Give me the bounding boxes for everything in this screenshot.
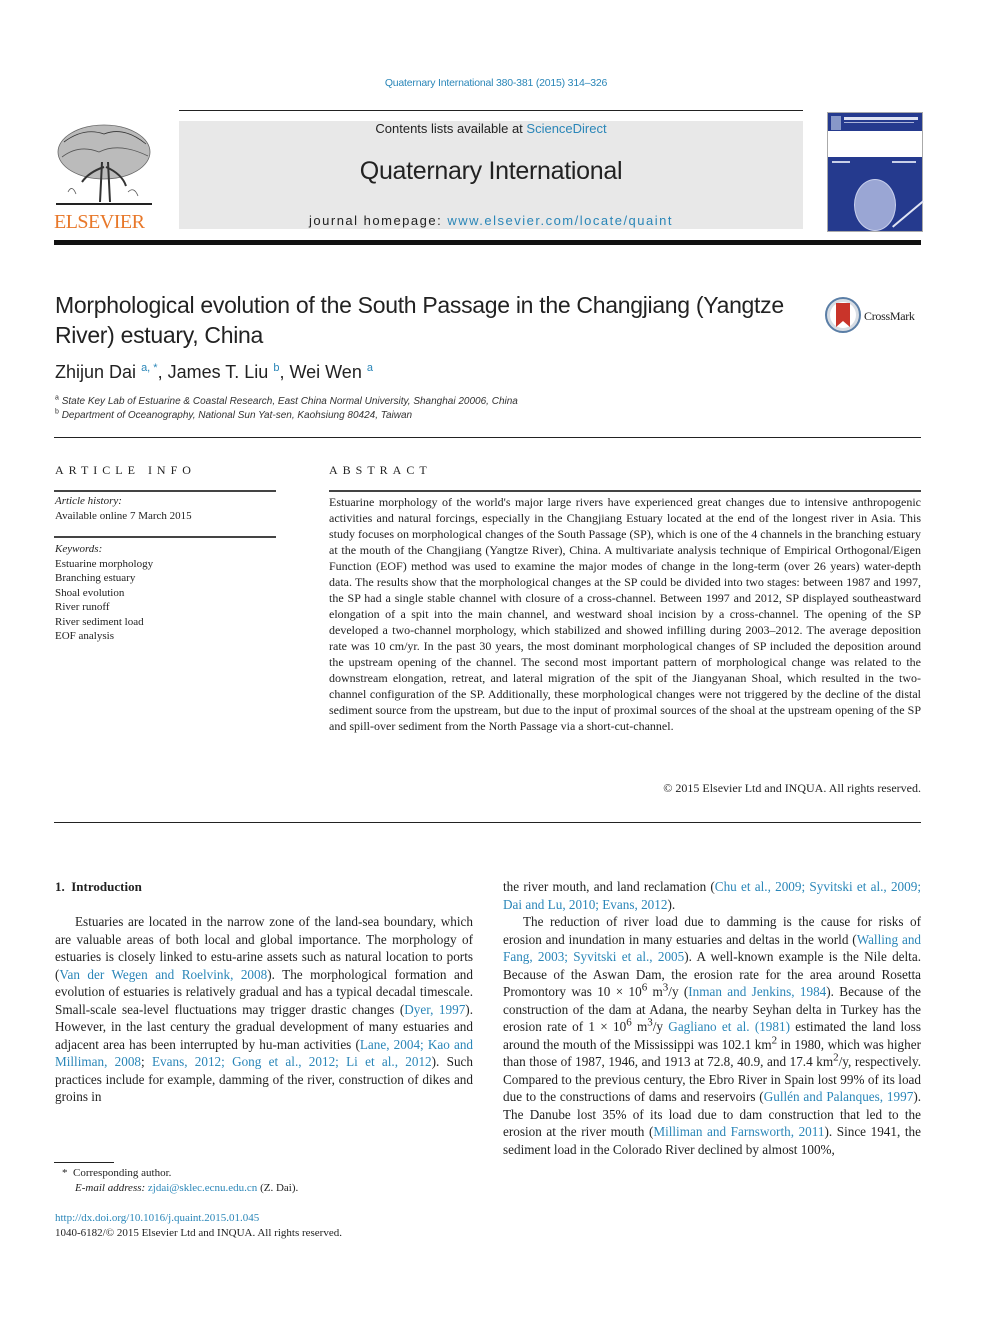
citation-link[interactable]: Evans, 2012; Gong et al., 2012; Li et al… <box>152 1054 432 1069</box>
article-info-rule <box>54 490 276 492</box>
citation-link[interactable]: Milliman and Farnsworth, 2011 <box>653 1124 824 1139</box>
journal-homepage: journal homepage: www.elsevier.com/locat… <box>179 213 803 228</box>
footnote-corresponding: Corresponding author. <box>73 1167 172 1179</box>
elsevier-wordmark: ELSEVIER <box>54 211 145 233</box>
author-name[interactable]: Wei Wen <box>289 362 361 382</box>
sciencedirect-link[interactable]: ScienceDirect <box>526 121 606 136</box>
keyword-item: River sediment load <box>55 615 144 628</box>
cover-title-bar <box>844 117 918 120</box>
contents-line: Contents lists available at ScienceDirec… <box>179 121 803 136</box>
affiliation-sup: b <box>55 408 59 416</box>
abstract-heading: ABSTRACT <box>329 463 432 477</box>
author-affiliation-sup[interactable]: a <box>367 362 373 374</box>
author-name[interactable]: James T. Liu <box>168 362 269 382</box>
keyword-item: Branching estuary <box>55 572 136 584</box>
issn-copyright: 1040-6182/© 2015 Elsevier Ltd and INQUA.… <box>55 1227 342 1239</box>
footnote-rule <box>54 1162 114 1163</box>
cover-emblem <box>854 179 896 231</box>
history-label: Article history: <box>55 495 122 507</box>
header-top-rule <box>179 110 803 111</box>
body-text: /y ( <box>668 984 689 999</box>
citation-link[interactable]: Dyer, 1997 <box>404 1002 465 1017</box>
doi-link[interactable]: http://dx.doi.org/10.1016/j.quaint.2015.… <box>55 1211 259 1226</box>
article-title: Morphological evolution of the South Pas… <box>55 292 784 348</box>
affiliation-text: State Key Lab of Estuarine & Coastal Res… <box>61 396 518 407</box>
affiliation-b: b Department of Oceanography, National S… <box>55 408 413 421</box>
cover-elsevier-mark <box>831 116 841 130</box>
body-text: ; <box>141 1054 152 1069</box>
body-text: the river mouth, and land reclamation ( <box>503 879 715 894</box>
email-link[interactable]: zjdai@sklec.ecnu.edu.cn <box>148 1182 257 1194</box>
body-text: /y <box>652 1019 669 1034</box>
cover-white-band <box>828 131 922 157</box>
affiliation-text: Department of Oceanography, National Sun… <box>61 410 413 421</box>
citation-link[interactable]: Gullén and Palanques, 1997 <box>764 1089 914 1104</box>
affiliation-rule <box>54 437 921 438</box>
abstract-rule <box>329 490 921 492</box>
abstract-copyright: © 2015 Elsevier Ltd and INQUA. All right… <box>663 781 921 795</box>
corresponding-author-note: * Corresponding author. <box>62 1166 171 1181</box>
journal-title: Quaternary International <box>359 157 623 185</box>
intro-paragraph: the river mouth, and land reclamation (C… <box>503 878 921 913</box>
body-text: m <box>631 1019 648 1034</box>
keywords-rule <box>54 536 276 538</box>
cover-stripe <box>892 200 924 228</box>
email-suffix: (Z. Dai). <box>257 1182 299 1194</box>
author-list: Zhijun Dai a, *, James T. Liu b, Wei Wen… <box>55 362 373 382</box>
contents-prefix: Contents lists available at <box>375 121 527 136</box>
email-label: E-mail address: <box>75 1182 146 1194</box>
keywords-label: Keywords: <box>55 543 103 555</box>
keyword-item: River runoff <box>55 601 110 613</box>
section-heading-introduction: 1. Introduction <box>55 879 142 895</box>
cover-text-left <box>832 161 850 163</box>
article-history: Article history: Available online 7 Marc… <box>55 494 192 523</box>
cover-subtitle-bar <box>844 122 914 123</box>
journal-citation[interactable]: Quaternary International 380-381 (2015) … <box>0 77 992 89</box>
keyword-item: Estuarine morphology <box>55 557 154 570</box>
affiliation-a: a State Key Lab of Estuarine & Coastal R… <box>55 394 518 407</box>
cover-text-right <box>892 161 916 163</box>
section-number: 1. <box>55 879 65 894</box>
citation-link[interactable]: Van der Wegen and Roelvink, 2008 <box>59 967 267 982</box>
author-affiliation-sup[interactable]: b <box>273 362 279 374</box>
elsevier-tree-logo <box>54 122 154 210</box>
author-affiliation-sup[interactable]: a, * <box>141 362 158 374</box>
affiliation-sup: a <box>55 394 59 402</box>
crossmark-label[interactable]: CrossMark <box>864 309 915 324</box>
journal-header-banner: Contents lists available at ScienceDirec… <box>179 121 803 229</box>
article-info-heading: ARTICLE INFO <box>55 463 196 477</box>
section-title: Introduction <box>71 879 142 894</box>
intro-left-column: Estuaries are located in the narrow zone… <box>55 913 473 1106</box>
intro-paragraph: Estuaries are located in the narrow zone… <box>55 913 473 1106</box>
intro-paragraph: The reduction of river load due to dammi… <box>503 913 921 1158</box>
footnote-star: * <box>62 1167 68 1179</box>
abstract-body: Estuarine morphology of the world's majo… <box>329 495 921 733</box>
body-text: ). <box>667 896 676 912</box>
abstract-bottom-rule <box>54 822 921 823</box>
crossmark-icon[interactable] <box>825 297 861 333</box>
author-name[interactable]: Zhijun Dai <box>55 362 136 382</box>
homepage-prefix: journal homepage: <box>309 213 448 228</box>
journal-cover-image[interactable] <box>827 112 924 232</box>
keywords-block: Keywords: Estuarine morphology Branching… <box>55 542 153 644</box>
email-note: E-mail address: zjdai@sklec.ecnu.edu.cn … <box>75 1181 298 1196</box>
header-bottom-rule <box>54 240 921 245</box>
keyword-item: EOF analysis <box>55 630 114 642</box>
citation-link[interactable]: Inman and Jenkins, 1984 <box>688 984 826 999</box>
history-value: Available online 7 March 2015 <box>55 509 192 522</box>
keyword-item: Shoal evolution <box>55 586 125 599</box>
homepage-link[interactable]: www.elsevier.com/locate/quaint <box>447 213 673 228</box>
intro-right-column: the river mouth, and land reclamation (C… <box>503 878 921 1158</box>
citation-link[interactable]: Gagliano et al. (1981) <box>668 1019 790 1034</box>
body-text: m <box>647 984 663 999</box>
